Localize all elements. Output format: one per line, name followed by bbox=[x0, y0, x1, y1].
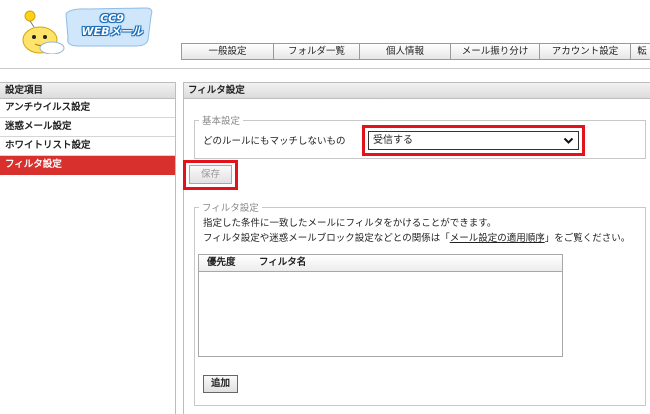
select-value: 受信する bbox=[373, 135, 413, 146]
sidebar-item-spam[interactable]: 迷惑メール設定 bbox=[0, 118, 175, 137]
column-filter-name: フィルタ名 bbox=[259, 257, 307, 268]
table-header: 優先度 フィルタ名 bbox=[199, 255, 562, 272]
logo-text: CC9 WEBメール bbox=[81, 12, 143, 38]
sidebar-item-filter[interactable]: フィルタ設定 bbox=[0, 156, 175, 175]
tab-folders[interactable]: フォルダ一覧 bbox=[273, 43, 359, 60]
tab-personal[interactable]: 個人情報 bbox=[359, 43, 450, 60]
sidebar-item-antivirus[interactable]: アンチウイルス設定 bbox=[0, 99, 175, 118]
sidebar-item-whitelist[interactable]: ホワイトリスト設定 bbox=[0, 137, 175, 156]
filter-relation-note: フィルタ設定や迷惑メールブロック設定などとの関係は「メール設定の適用順序」をご覧… bbox=[203, 230, 630, 244]
tab-forward[interactable]: 転 bbox=[630, 43, 650, 60]
note-suffix: 」をご覧ください。 bbox=[544, 233, 631, 244]
chevron-down-icon bbox=[563, 137, 574, 144]
sidebar-heading: 設定項目 bbox=[0, 83, 175, 99]
tab-general[interactable]: 一般設定 bbox=[181, 43, 273, 60]
basic-settings-legend: 基本設定 bbox=[202, 116, 241, 127]
default-action-select[interactable]: 受信する bbox=[368, 131, 579, 150]
add-filter-button[interactable]: 追加 bbox=[203, 375, 238, 393]
filter-list-table: 優先度 フィルタ名 bbox=[198, 254, 563, 357]
apply-order-link[interactable]: メール設定の適用順序 bbox=[450, 233, 545, 244]
filter-description: 指定した条件に一致したメールにフィルタをかけることができます。 bbox=[203, 218, 497, 229]
column-priority: 優先度 bbox=[207, 257, 236, 268]
filter-settings-legend: フィルタ設定 bbox=[202, 203, 259, 214]
default-rule-label: どのルールにもマッチしないもの bbox=[203, 136, 346, 147]
settings-sidebar: 設定項目 アンチウイルス設定 迷惑メール設定 ホワイトリスト設定 フィルタ設定 bbox=[0, 82, 176, 414]
save-button[interactable]: 保存 bbox=[189, 165, 232, 184]
note-prefix: フィルタ設定や迷惑メールブロック設定などとの関係は「 bbox=[203, 233, 450, 244]
tab-account[interactable]: アカウント設定 bbox=[539, 43, 630, 60]
header-divider bbox=[0, 68, 650, 69]
top-nav-tabs: 一般設定 フォルダ一覧 個人情報 メール振り分け アカウント設定 転 bbox=[181, 43, 650, 60]
tab-mail-sorting[interactable]: メール振り分け bbox=[450, 43, 539, 60]
page-title: フィルタ設定 bbox=[184, 83, 650, 99]
app-logo: CC9 WEBメール bbox=[8, 4, 178, 54]
